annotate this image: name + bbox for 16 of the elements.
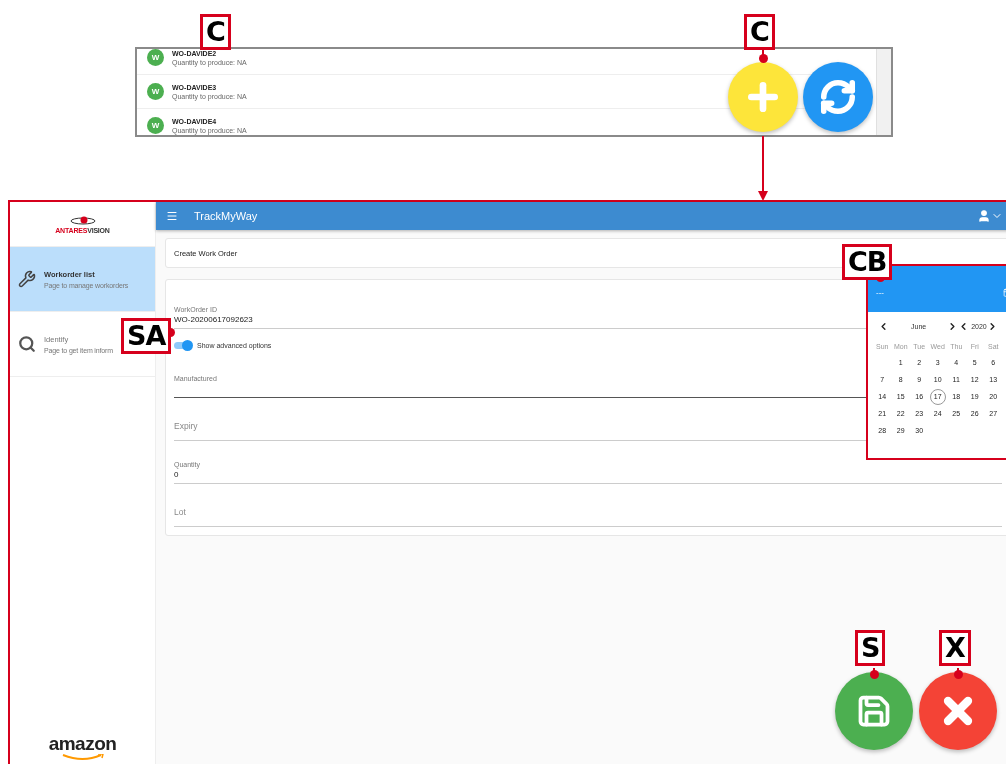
avatar: W [147, 117, 164, 134]
avatar: W [147, 83, 164, 100]
app-title: TrackMyWay [194, 210, 258, 222]
callout-tooltip: CB [842, 244, 893, 280]
footer-logo-text: amazon [48, 734, 117, 754]
field-value: WO-20200617092623 [174, 315, 253, 324]
callout-tooltip: C [744, 14, 775, 50]
field-label: Lot [174, 507, 186, 519]
field-label: Expiry [174, 421, 198, 433]
callout-tooltip: X [939, 630, 971, 666]
callout-tooltip: C [200, 14, 231, 50]
callout-tooltip: S [855, 630, 886, 666]
field-value: 0 [174, 470, 179, 479]
date-picker-header-text: --- [876, 288, 884, 297]
avatar: W [147, 49, 164, 66]
callout-tooltip: SA [121, 318, 172, 354]
